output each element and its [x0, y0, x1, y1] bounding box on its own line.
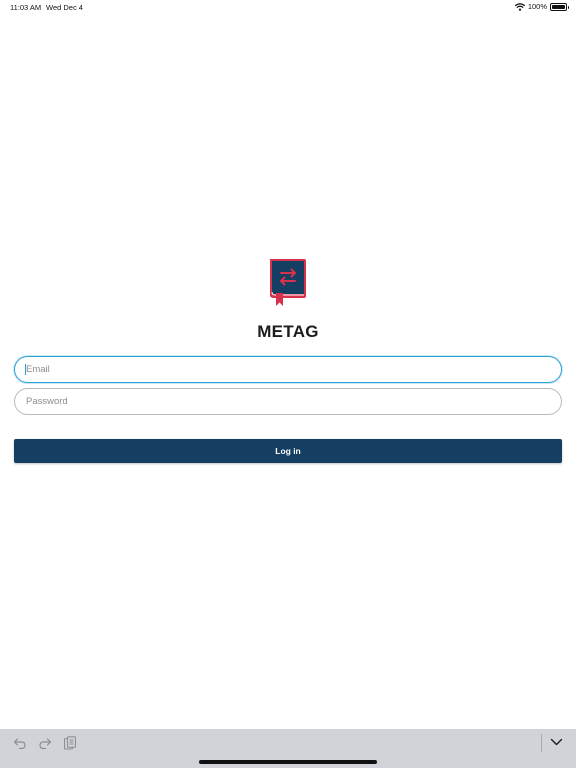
status-right-group: 100% — [514, 2, 569, 11]
status-date: Wed Dec 4 — [46, 3, 83, 12]
battery-fill — [552, 4, 565, 9]
toolbar-divider — [541, 734, 542, 752]
login-button-label: Log in — [275, 446, 301, 456]
dismiss-keyboard-icon[interactable] — [550, 737, 563, 747]
app-title: METAG — [257, 322, 319, 341]
text-cursor — [25, 364, 26, 375]
login-button[interactable]: Log in — [14, 439, 562, 463]
battery-icon — [550, 2, 569, 11]
paste-icon[interactable] — [63, 736, 77, 751]
password-field[interactable] — [14, 388, 562, 415]
wifi-icon — [514, 2, 525, 11]
status-time: 11:03 AM — [10, 3, 42, 12]
status-bar: 11:03 AM Wed Dec 4 100% — [0, 0, 576, 16]
email-field[interactable] — [14, 356, 562, 383]
battery-percentage: 100% — [527, 2, 547, 11]
book-swap-logo — [268, 258, 308, 308]
redo-icon[interactable] — [38, 736, 52, 750]
home-indicator[interactable] — [199, 760, 377, 764]
undo-icon[interactable] — [13, 736, 27, 750]
